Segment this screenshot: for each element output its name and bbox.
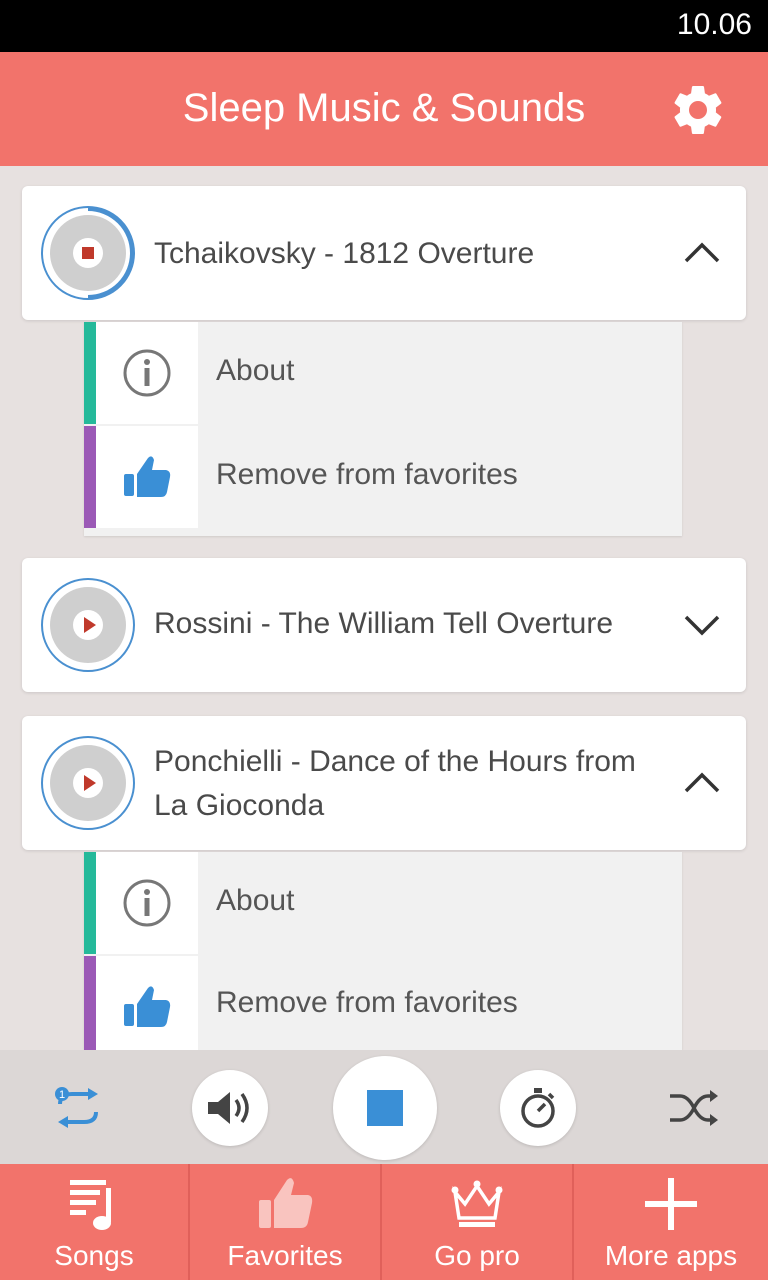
tab-more-apps[interactable]: More apps	[574, 1164, 768, 1280]
plus-icon	[645, 1178, 697, 1230]
song-title: Rossini - The William Tell Overture	[154, 607, 614, 640]
accent-bar	[84, 426, 96, 528]
about-label: About	[216, 354, 295, 387]
song-card[interactable]: Tchaikovsky - 1812 Overture	[22, 186, 746, 320]
crown-icon	[451, 1180, 503, 1227]
about-option[interactable]: About	[84, 322, 682, 424]
tab-favorites[interactable]: Favorites	[190, 1164, 382, 1280]
tab-go-pro[interactable]: Go pro	[382, 1164, 574, 1280]
accent-bar	[84, 956, 96, 1050]
chevron-up-icon[interactable]	[682, 763, 722, 803]
tab-label: More apps	[604, 1240, 738, 1271]
about-option[interactable]: About	[84, 852, 682, 954]
bottom-tab-bar: Songs Favorites Go pro More apps	[0, 1164, 768, 1280]
chevron-down-icon[interactable]	[682, 605, 722, 645]
song-card[interactable]: Ponchielli - Dance of the Hours from La …	[22, 716, 746, 850]
volume-button[interactable]	[192, 1070, 268, 1146]
song-title: Ponchielli - Dance of the Hours from La …	[154, 740, 636, 828]
stop-icon	[367, 1090, 403, 1126]
accent-bar	[84, 852, 96, 954]
sleep-timer-button[interactable]	[500, 1070, 576, 1146]
tab-label: Songs	[54, 1240, 134, 1271]
page-title: Sleep Music & Sounds	[182, 86, 586, 130]
status-bar: 10.06	[0, 0, 768, 52]
shuffle-icon[interactable]	[668, 1088, 718, 1128]
player-controls: 1	[0, 1050, 768, 1164]
remove-favorite-label: Remove from favorites	[216, 458, 518, 491]
tab-songs[interactable]: Songs	[0, 1164, 190, 1280]
accent-bar	[84, 322, 96, 424]
music-note-list-icon	[70, 1180, 111, 1230]
about-label: About	[216, 884, 295, 917]
remove-favorite-label: Remove from favorites	[216, 986, 518, 1019]
stop-button[interactable]	[333, 1056, 437, 1160]
stop-disc-icon[interactable]	[40, 205, 136, 301]
remove-favorite-option[interactable]: Remove from favorites	[84, 956, 682, 1050]
song-title: Tchaikovsky - 1812 Overture	[154, 237, 535, 270]
remove-favorite-option[interactable]: Remove from favorites	[84, 426, 682, 528]
play-disc-icon[interactable]	[40, 577, 136, 673]
tab-label: Go pro	[434, 1240, 520, 1271]
app-header: Sleep Music & Sounds	[0, 52, 768, 166]
info-icon	[123, 349, 171, 397]
tab-label: Favorites	[227, 1240, 343, 1271]
song-options: About Remove from favorites	[84, 852, 682, 1050]
song-title-line: La Gioconda	[154, 789, 325, 822]
play-disc-icon[interactable]	[40, 735, 136, 831]
thumbs-up-icon	[259, 1178, 313, 1228]
gear-icon[interactable]	[668, 80, 728, 140]
song-title-line: Ponchielli - Dance of the Hours from	[154, 745, 636, 778]
chevron-up-icon[interactable]	[682, 233, 722, 273]
svg-text:1: 1	[59, 1089, 65, 1101]
repeat-one-icon[interactable]: 1	[50, 1086, 106, 1130]
song-card[interactable]: Rossini - The William Tell Overture	[22, 558, 746, 692]
thumbs-up-icon	[124, 986, 171, 1027]
volume-icon	[208, 1092, 249, 1124]
info-icon	[123, 879, 171, 927]
thumbs-up-icon	[124, 456, 171, 497]
clock: 10.06	[676, 8, 752, 41]
song-options: About Remove from favorites	[84, 322, 682, 536]
sleep-timer-icon	[521, 1088, 555, 1128]
